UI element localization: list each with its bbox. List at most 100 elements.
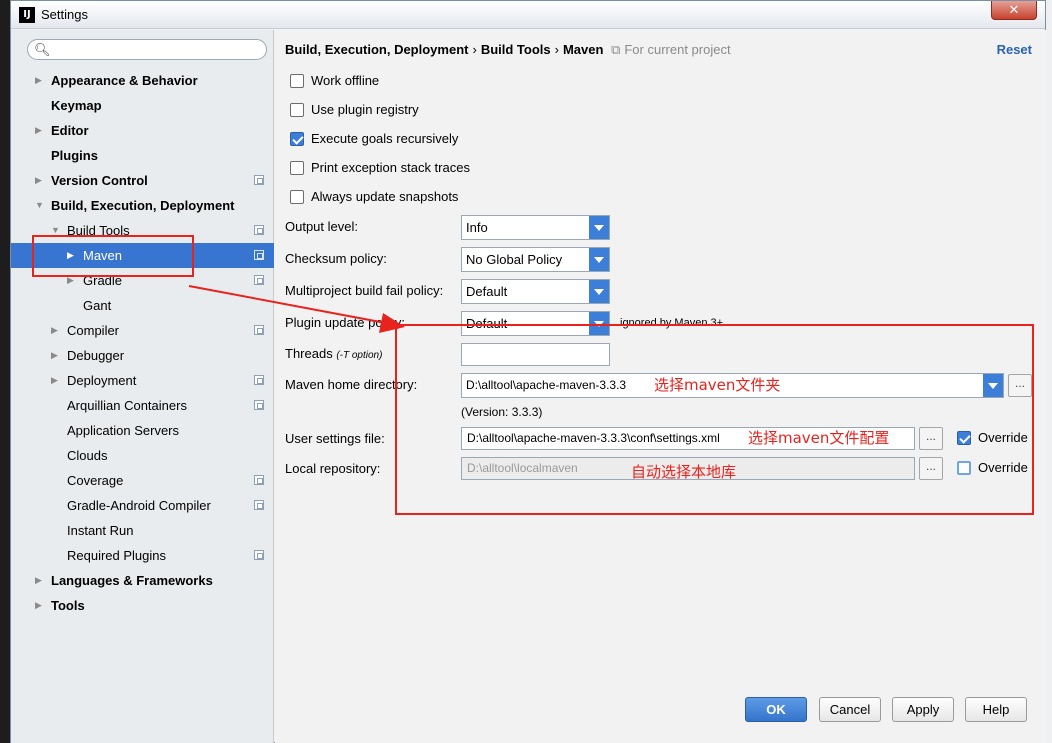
sidebar-item-label: Arquillian Containers (67, 398, 187, 413)
user-settings-label: User settings file: (285, 431, 385, 446)
sidebar-item-appearance-behavior[interactable]: ▶ Appearance & Behavior (11, 68, 274, 93)
intellij-logo-icon: IJ (19, 7, 35, 23)
breadcrumb-maven: Maven (562, 42, 604, 57)
output-level-select[interactable]: Info (461, 215, 610, 240)
cancel-button[interactable]: Cancel (819, 697, 881, 722)
local-repository-label: Local repository: (285, 461, 381, 476)
checkbox-unchecked-icon (290, 190, 304, 204)
output-level-label: Output level: (285, 219, 358, 234)
sidebar-item-label: Appearance & Behavior (51, 73, 198, 88)
search-input[interactable]: 🔍︎ (27, 39, 267, 60)
sidebar-item-deployment[interactable]: ▶ Deployment (11, 368, 274, 393)
sidebar-item-debugger[interactable]: ▶ Debugger (11, 343, 274, 368)
project-scope-icon (254, 550, 264, 560)
chevron-right-icon[interactable]: ▶ (35, 68, 42, 93)
ok-button[interactable]: OK (745, 697, 807, 722)
sidebar-item-clouds[interactable]: Clouds (11, 443, 274, 468)
sidebar-item-label: Gradle-Android Compiler (67, 498, 211, 513)
project-scope-icon (254, 375, 264, 385)
checkbox-unchecked-icon (290, 103, 304, 117)
sidebar-item-label: Instant Run (67, 523, 134, 538)
sidebar-item-gant[interactable]: Gant (11, 293, 274, 318)
sidebar-item-build-execution-deployment[interactable]: ▼ Build, Execution, Deployment (11, 193, 274, 218)
reset-link[interactable]: Reset (997, 42, 1032, 57)
sidebar-item-label: Gant (83, 298, 112, 313)
sidebar-item-languages-frameworks[interactable]: ▶ Languages & Frameworks (11, 568, 274, 593)
checkbox-checked-icon (290, 132, 304, 146)
checkbox-unchecked-icon (290, 74, 304, 88)
annotation-box-maven (32, 235, 194, 277)
breadcrumb: Build, Execution, Deployment › Build Tools… (285, 42, 731, 58)
checksum-policy-value: No Global Policy (466, 252, 563, 267)
chevron-right-icon[interactable]: ▶ (51, 368, 58, 393)
sidebar-item-tools[interactable]: ▶ Tools (11, 593, 274, 618)
sidebar-item-plugins[interactable]: Plugins (11, 143, 274, 168)
project-scope-icon: ⧉ (611, 42, 621, 57)
project-scope-icon (254, 500, 264, 510)
checkbox-label: Execute goals recursively (311, 131, 459, 146)
sidebar-item-label: Keymap (51, 98, 102, 113)
chevron-right-icon[interactable]: ▶ (51, 343, 58, 368)
sidebar-item-keymap[interactable]: Keymap (11, 93, 274, 118)
sidebar-item-coverage[interactable]: Coverage (11, 468, 274, 493)
breadcrumb-separator: › (472, 42, 477, 57)
sidebar-item-label: Build, Execution, Deployment (51, 198, 235, 213)
sidebar-item-label: Tools (51, 598, 85, 613)
checksum-policy-label: Checksum policy: (285, 251, 387, 266)
breadcrumb-build-tools: Build Tools (480, 42, 551, 57)
sidebar-item-label: Required Plugins (67, 548, 167, 563)
chevron-down-icon[interactable]: ▼ (35, 193, 44, 218)
search-icon: 🔍︎ (34, 42, 51, 57)
sidebar-item-editor[interactable]: ▶ Editor (11, 118, 274, 143)
checkbox-unchecked-icon (290, 161, 304, 175)
close-button[interactable]: ✕ (991, 1, 1037, 20)
sidebar-item-required-plugins[interactable]: Required Plugins (11, 543, 274, 568)
sidebar-item-instant-run[interactable]: Instant Run (11, 518, 274, 543)
threads-hint: (-T option) (336, 350, 383, 361)
sidebar-item-label: Editor (51, 123, 89, 138)
sidebar-item-compiler[interactable]: ▶ Compiler (11, 318, 274, 343)
sidebar-item-label: Compiler (67, 323, 120, 338)
apply-button[interactable]: Apply (892, 697, 954, 722)
sidebar-item-label: Languages & Frameworks (51, 573, 213, 588)
project-scope-icon (254, 225, 264, 235)
checkbox-label: Use plugin registry (311, 102, 419, 117)
sidebar-item-arquillian-containers[interactable]: Arquillian Containers (11, 393, 274, 418)
title-bar: IJ Settings ✕ (11, 1, 1045, 29)
threads-label: Threads (-T option) (285, 346, 383, 361)
project-scope-icon (254, 325, 264, 335)
chevron-right-icon[interactable]: ▶ (35, 593, 42, 618)
chevron-down-icon (589, 280, 609, 303)
sidebar-item-label: Application Servers (67, 423, 179, 438)
sidebar-item-label: Deployment (67, 373, 137, 388)
sidebar-item-label: Clouds (67, 448, 108, 463)
chevron-down-icon (589, 248, 609, 271)
sidebar-item-label: Plugins (51, 148, 98, 163)
chevron-down-icon (589, 216, 609, 239)
project-scope-icon (254, 475, 264, 485)
settings-sidebar: 🔍︎ ▶ Appearance & Behavior Keymap ▶ Editor Pl… (11, 30, 274, 743)
project-scope-icon (254, 275, 264, 285)
multiproject-policy-select[interactable]: Default (461, 279, 610, 304)
checksum-policy-select[interactable]: No Global Policy (461, 247, 610, 272)
help-button[interactable]: Help (965, 697, 1027, 722)
chevron-right-icon[interactable]: ▶ (35, 568, 42, 593)
output-level-value: Info (466, 220, 488, 235)
chevron-right-icon[interactable]: ▶ (35, 168, 42, 193)
chevron-right-icon[interactable]: ▶ (51, 318, 58, 343)
sidebar-item-version-control[interactable]: ▶ Version Control (11, 168, 274, 193)
project-scope-icon (254, 175, 264, 185)
sidebar-item-label: Version Control (51, 173, 148, 188)
breadcrumb-build-execution: Build, Execution, Deployment (285, 42, 469, 57)
scope-label: For current project (624, 42, 731, 57)
checkbox-label: Work offline (311, 73, 380, 88)
multiproject-policy-value: Default (466, 284, 508, 299)
project-scope-icon (254, 400, 264, 410)
sidebar-item-application-servers[interactable]: Application Servers (11, 418, 274, 443)
sidebar-item-gradle-android-compiler[interactable]: Gradle-Android Compiler (11, 493, 274, 518)
project-scope-icon (254, 250, 264, 260)
sidebar-item-label: Coverage (67, 473, 124, 488)
checkbox-label: Print exception stack traces (311, 160, 470, 175)
multiproject-policy-label: Multiproject build fail policy: (285, 283, 444, 298)
chevron-right-icon[interactable]: ▶ (35, 118, 42, 143)
